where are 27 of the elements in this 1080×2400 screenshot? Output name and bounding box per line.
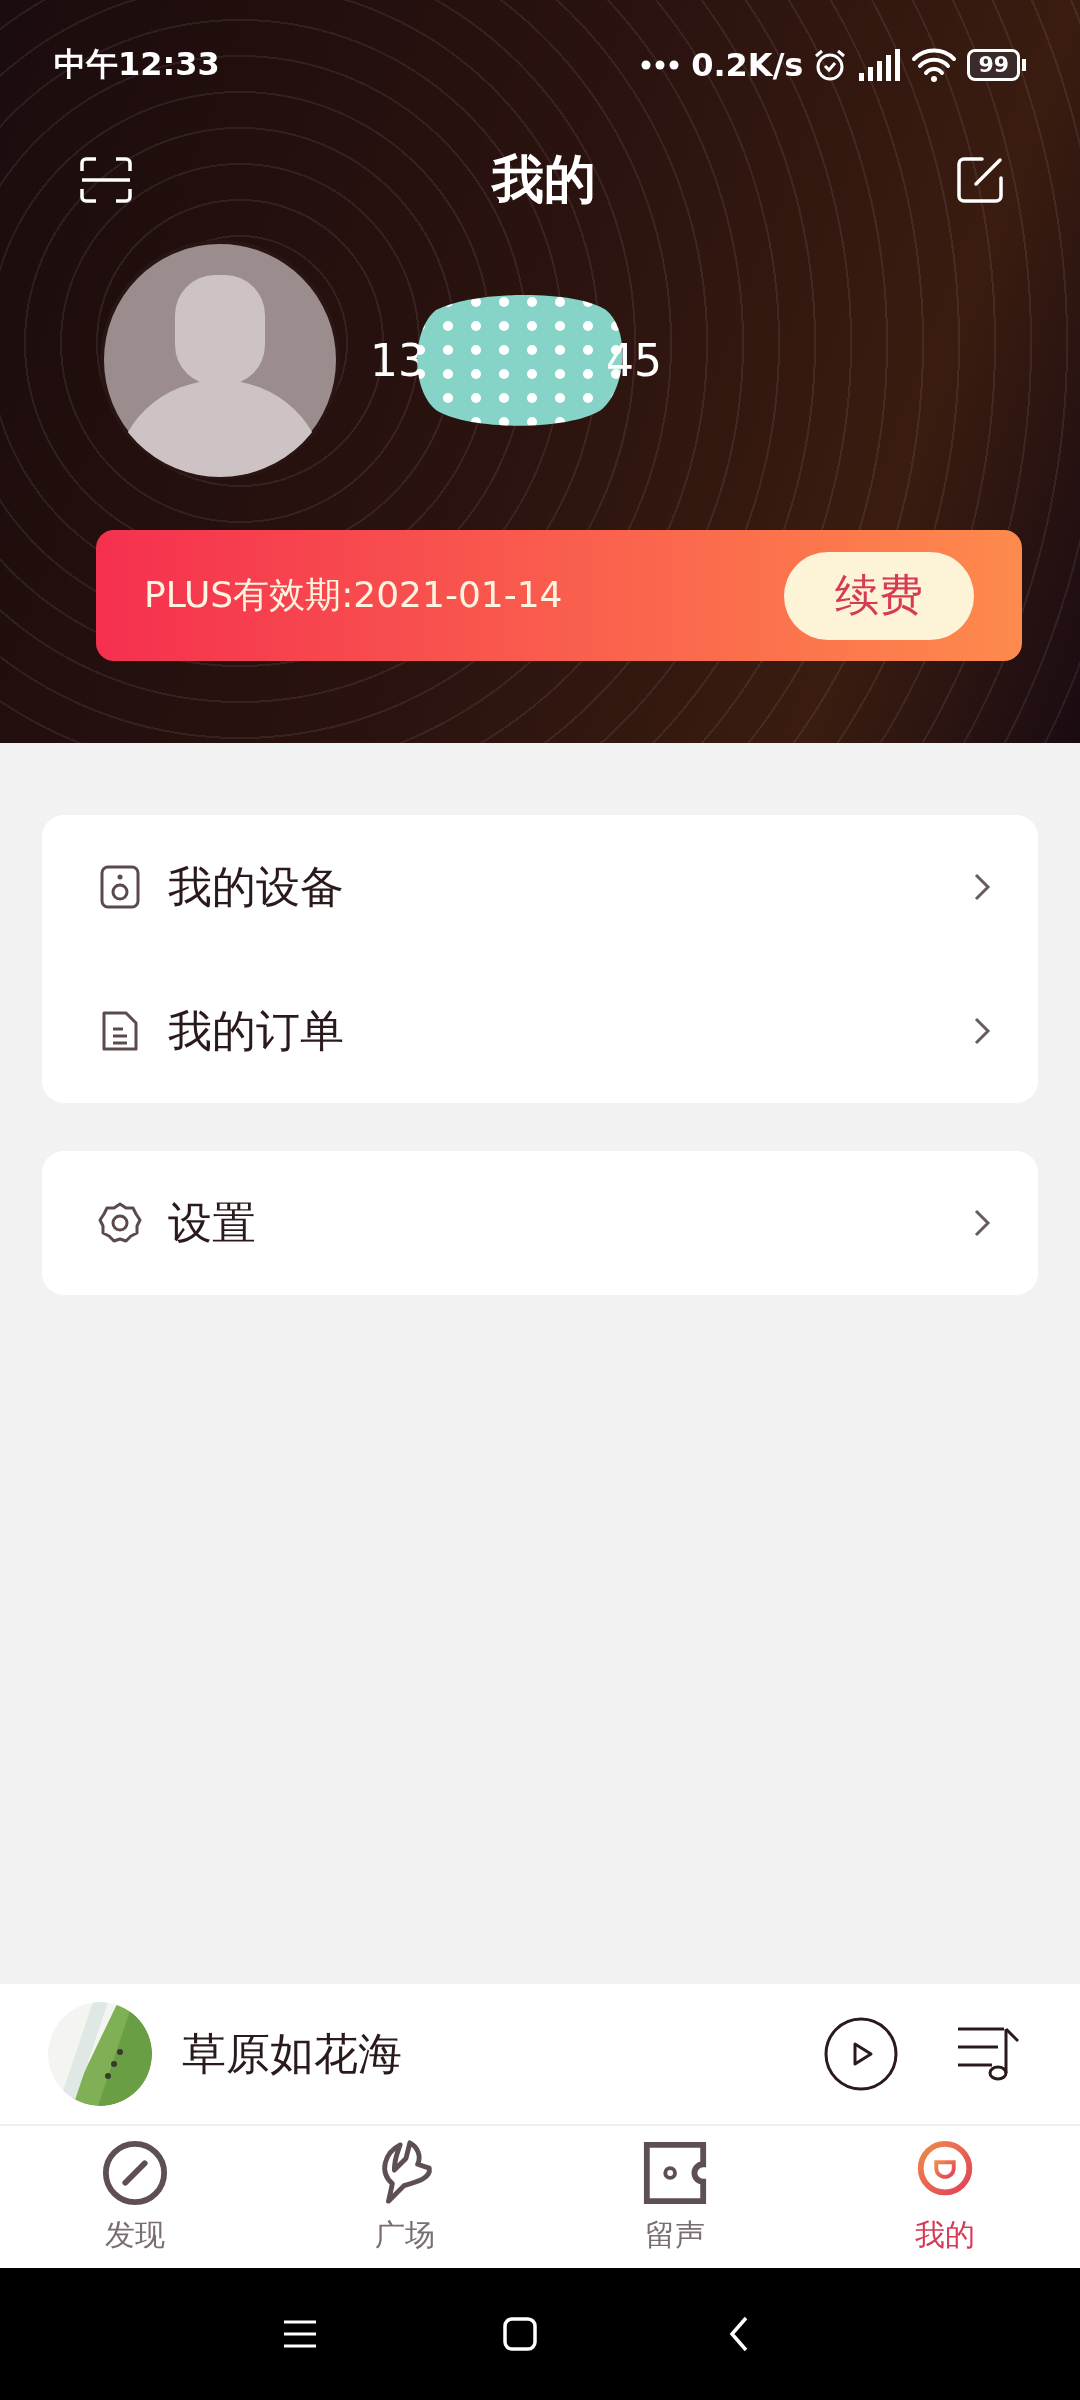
compass-icon [101, 2138, 169, 2207]
renew-button[interactable]: 续费 [784, 551, 974, 640]
tab[interactable]: 我的 [810, 2126, 1080, 2268]
menu-item[interactable]: 我的设备 [168, 857, 972, 917]
chevron-right-icon [972, 872, 992, 902]
tab[interactable]: 广场 [270, 2126, 540, 2268]
menu-item[interactable]: 设置 [168, 1193, 972, 1253]
speaker-icon [98, 865, 142, 909]
edit-icon[interactable] [956, 156, 1004, 204]
song-title: 草原如花海 [182, 2026, 403, 2081]
alarm-icon [813, 48, 848, 82]
settings-icon [98, 1201, 142, 1245]
membership-expiry: PLUS有效期:2021-01-14 [144, 573, 563, 617]
scan-icon[interactable] [80, 157, 132, 203]
chevron-right-icon [972, 1208, 992, 1238]
play-button[interactable] [824, 2017, 898, 2091]
network-speed: 0.2K/s [691, 46, 804, 84]
home-icon[interactable] [500, 2314, 540, 2354]
status-time: 中午12:33 [54, 44, 221, 85]
wifi-icon [911, 47, 958, 83]
tab[interactable]: 留声 [540, 2126, 810, 2268]
tab[interactable]: 发现 [0, 2126, 270, 2268]
menu-item[interactable]: 我的订单 [168, 1001, 972, 1061]
signal-icon [857, 47, 902, 83]
page-title: 我的 [492, 148, 596, 211]
chevron-right-icon [972, 1016, 992, 1046]
playlist-icon[interactable] [956, 2025, 1020, 2083]
